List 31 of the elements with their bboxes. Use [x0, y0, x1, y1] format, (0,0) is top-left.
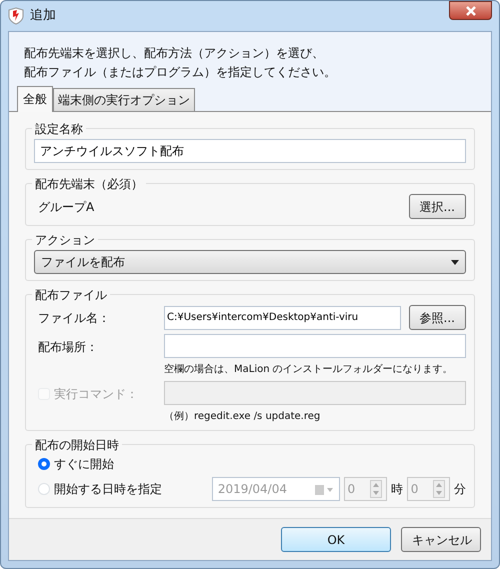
example-text: （例）regedit.exe /s update.reg [164, 410, 322, 424]
location-field[interactable] [164, 334, 466, 358]
radio-label: すぐに開始 [54, 456, 115, 473]
tab[interactable]: 全般 [17, 86, 53, 112]
group-label: 配布の開始日時 [32, 436, 122, 454]
tab[interactable]: 端末側の実行オプション [53, 88, 195, 111]
filename-field[interactable]: C:¥Users¥intercom¥Desktop¥anti-viru [164, 306, 401, 330]
action-dropdown[interactable]: ファイルを配布 [34, 250, 466, 274]
browse-button[interactable]: 参照... [408, 305, 466, 330]
text-field[interactable]: アンチウイルスソフト配布 [34, 139, 466, 163]
target-value: グループA [38, 198, 94, 216]
ok-button[interactable]: OK [281, 527, 391, 552]
checkbox-label: 実行コマンド： [54, 386, 138, 403]
field-label: 配布場所： [37, 339, 99, 356]
hint-text: 空欄の場合は、MaLion のインストールフォルダーになります。 [164, 362, 454, 377]
close-button[interactable] [449, 1, 492, 20]
group-label: 配布先端末（必須） [32, 175, 146, 193]
radio-label: 開始する日時を指定 [54, 481, 163, 498]
caret-icon [451, 260, 459, 264]
unit-label: 時 [390, 481, 403, 498]
cancel-button[interactable]: キャンセル [401, 527, 481, 552]
close-icon [464, 6, 476, 16]
select-button[interactable]: 選択... [408, 194, 466, 219]
window-title: 追加 [30, 7, 56, 26]
instruction-text: 配布先端末を選択し、配布方法（アクション）を選び、 [24, 45, 325, 62]
unit-label: 分 [454, 481, 466, 498]
group-label: 配布ファイル [32, 286, 110, 304]
shield-icon [8, 7, 24, 25]
field-label: ファイル名： [37, 310, 111, 326]
instruction-text: 配布ファイル（またはプログラム）を指定してください。 [24, 64, 337, 81]
group-label: 設定名称 [32, 120, 86, 138]
